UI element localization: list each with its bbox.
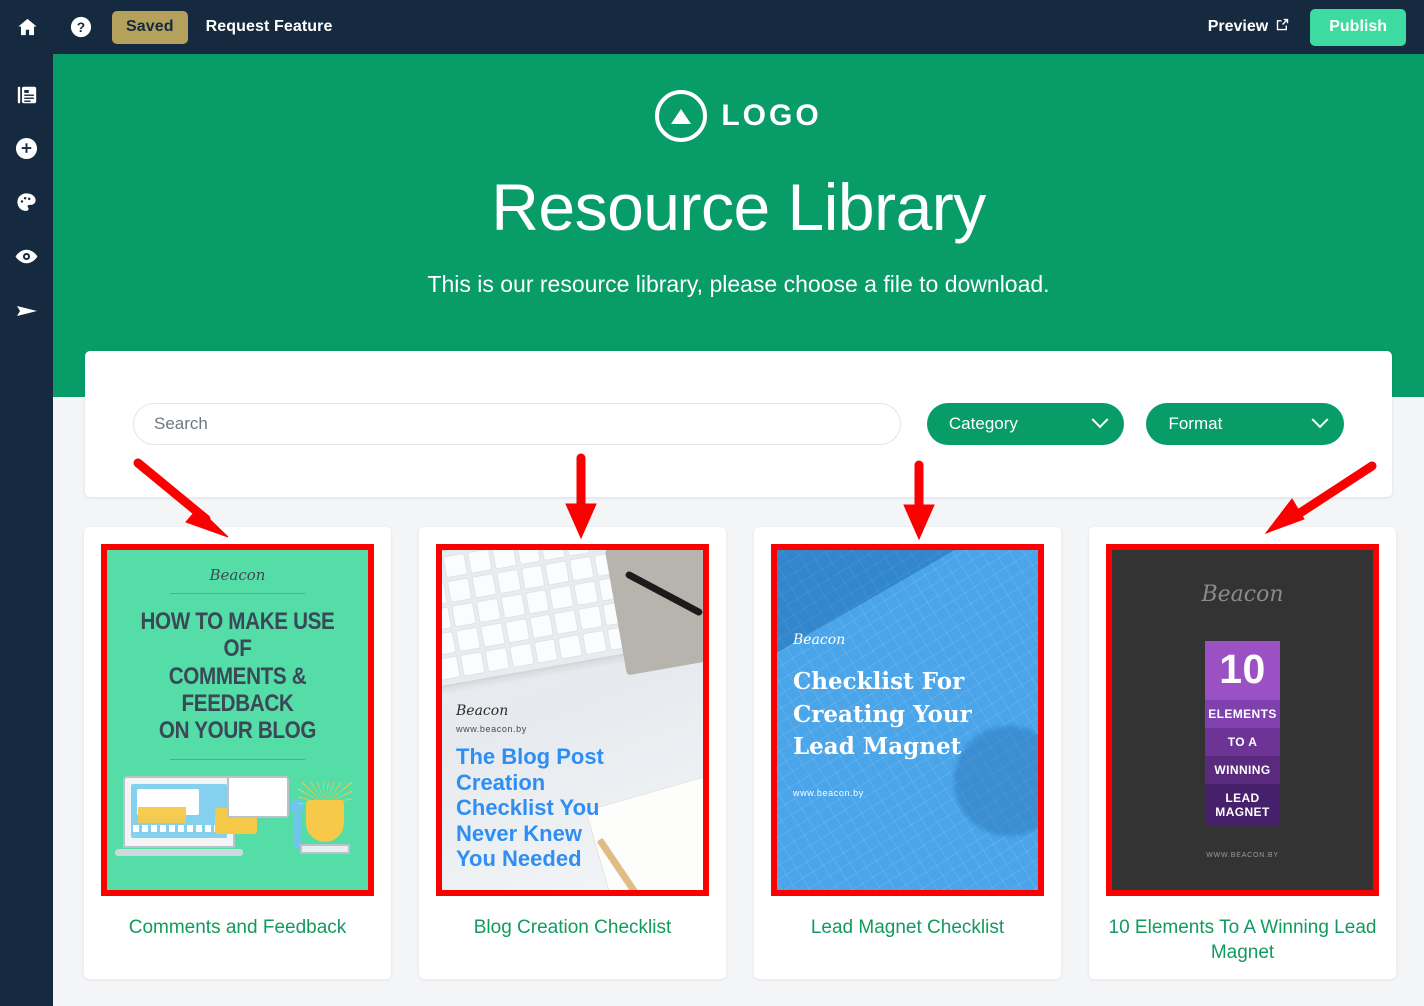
publish-button[interactable]: Publish [1310,9,1406,46]
cover-blog-creation-checklist: Beacon www.beacon.by The Blog Post Creat… [436,544,709,896]
resource-card[interactable]: Beacon Checklist For Creating Your Lead … [754,527,1061,979]
send-icon [15,299,39,328]
preview-label: Preview [1208,18,1268,36]
cover-url: WWW.BEACON.BY [1106,852,1379,859]
eye-icon [14,244,39,274]
pages-icon [16,84,38,111]
resource-title[interactable]: Comments and Feedback [129,916,347,941]
cover-lead-magnet-checklist: Beacon Checklist For Creating Your Lead … [771,544,1044,896]
toolbar-right-group: Preview Publish [1208,9,1424,46]
search-input[interactable] [133,403,901,445]
preview-button[interactable]: Preview [1208,17,1290,37]
home-icon[interactable] [0,0,54,54]
palette-icon [15,191,38,219]
cover-brand: Beacon [456,703,626,719]
cover-illustration [115,770,360,862]
saved-status-badge[interactable]: Saved [112,11,188,44]
cover-brand: Beacon [121,566,354,584]
resource-title[interactable]: 10 Elements To A Winning Lead Magnet [1106,916,1379,965]
format-dropdown[interactable]: Format [1146,403,1344,445]
resource-thumbnail[interactable]: Beacon www.beacon.by The Blog Post Creat… [436,544,709,896]
cover-brand: Beacon [793,632,993,648]
left-sidebar [0,54,53,1006]
resource-thumbnail[interactable]: Beacon Checklist For Creating Your Lead … [771,544,1044,896]
triangle-in-circle-logo-icon [655,90,707,142]
cover-10-elements: Beacon 10 ELEMENTS TO A WINNING LEAD MAG… [1106,544,1379,896]
request-feature-link[interactable]: Request Feature [206,18,333,36]
app-root: ? Saved Request Feature Preview Publish [0,0,1424,1006]
resource-thumbnail[interactable]: Beacon HOW TO MAKE USE OF COMMENTS & FEE… [101,544,374,896]
plus-circle-icon [15,137,38,165]
cover-brand: Beacon [1106,582,1379,607]
cover-number: 10 [1205,641,1280,700]
sidebar-item-design[interactable] [0,178,53,232]
chevron-down-icon [1092,411,1109,428]
toolbar-left-group: ? Saved Request Feature [0,0,333,54]
cover-headline: HOW TO MAKE USE OF COMMENTS & FEEDBACK O… [137,608,337,745]
resource-title[interactable]: Lead Magnet Checklist [811,916,1004,941]
cover-word-1: ELEMENTS [1205,700,1280,728]
cover-word-3: WINNING [1205,756,1280,784]
svg-text:?: ? [77,20,85,35]
resource-card[interactable]: Beacon www.beacon.by The Blog Post Creat… [419,527,726,979]
cover-number-blocks: 10 ELEMENTS TO A WINNING LEAD MAGNET [1205,641,1280,826]
cover-word-4: LEAD MAGNET [1205,784,1280,826]
cover-url: www.beacon.by [793,788,993,798]
sidebar-item-add[interactable] [0,124,53,178]
logo: LOGO [53,90,1424,142]
resource-card[interactable]: Beacon 10 ELEMENTS TO A WINNING LEAD MAG… [1089,527,1396,979]
cover-url: www.beacon.by [456,724,626,734]
resource-title[interactable]: Blog Creation Checklist [474,916,671,941]
chevron-down-icon [1312,411,1329,428]
cover-headline: Checklist For Creating Your Lead Magnet [793,666,993,764]
cover-comments-and-feedback: Beacon HOW TO MAKE USE OF COMMENTS & FEE… [101,544,374,896]
sidebar-item-send[interactable] [0,286,53,340]
page-subtitle: This is our resource library, please cho… [53,271,1424,298]
top-toolbar: ? Saved Request Feature Preview Publish [0,0,1424,54]
sidebar-item-pages[interactable] [0,70,53,124]
external-link-icon [1275,17,1290,37]
resource-grid: Beacon HOW TO MAKE USE OF COMMENTS & FEE… [84,527,1393,979]
cover-word-2: TO A [1205,728,1280,756]
filter-panel: Category Format [85,351,1392,497]
page-hero: LOGO Resource Library This is our resour… [53,54,1424,397]
page-canvas: LOGO Resource Library This is our resour… [53,54,1424,1006]
sidebar-item-preview[interactable] [0,232,53,286]
page-title: Resource Library [53,172,1424,243]
category-dropdown-label: Category [949,414,1018,434]
help-icon[interactable]: ? [54,0,108,54]
resource-card[interactable]: Beacon HOW TO MAKE USE OF COMMENTS & FEE… [84,527,391,979]
cover-headline: The Blog Post Creation Checklist You Nev… [456,744,626,872]
format-dropdown-label: Format [1168,414,1222,434]
logo-text: LOGO [721,99,821,133]
resource-thumbnail[interactable]: Beacon 10 ELEMENTS TO A WINNING LEAD MAG… [1106,544,1379,896]
category-dropdown[interactable]: Category [927,403,1125,445]
